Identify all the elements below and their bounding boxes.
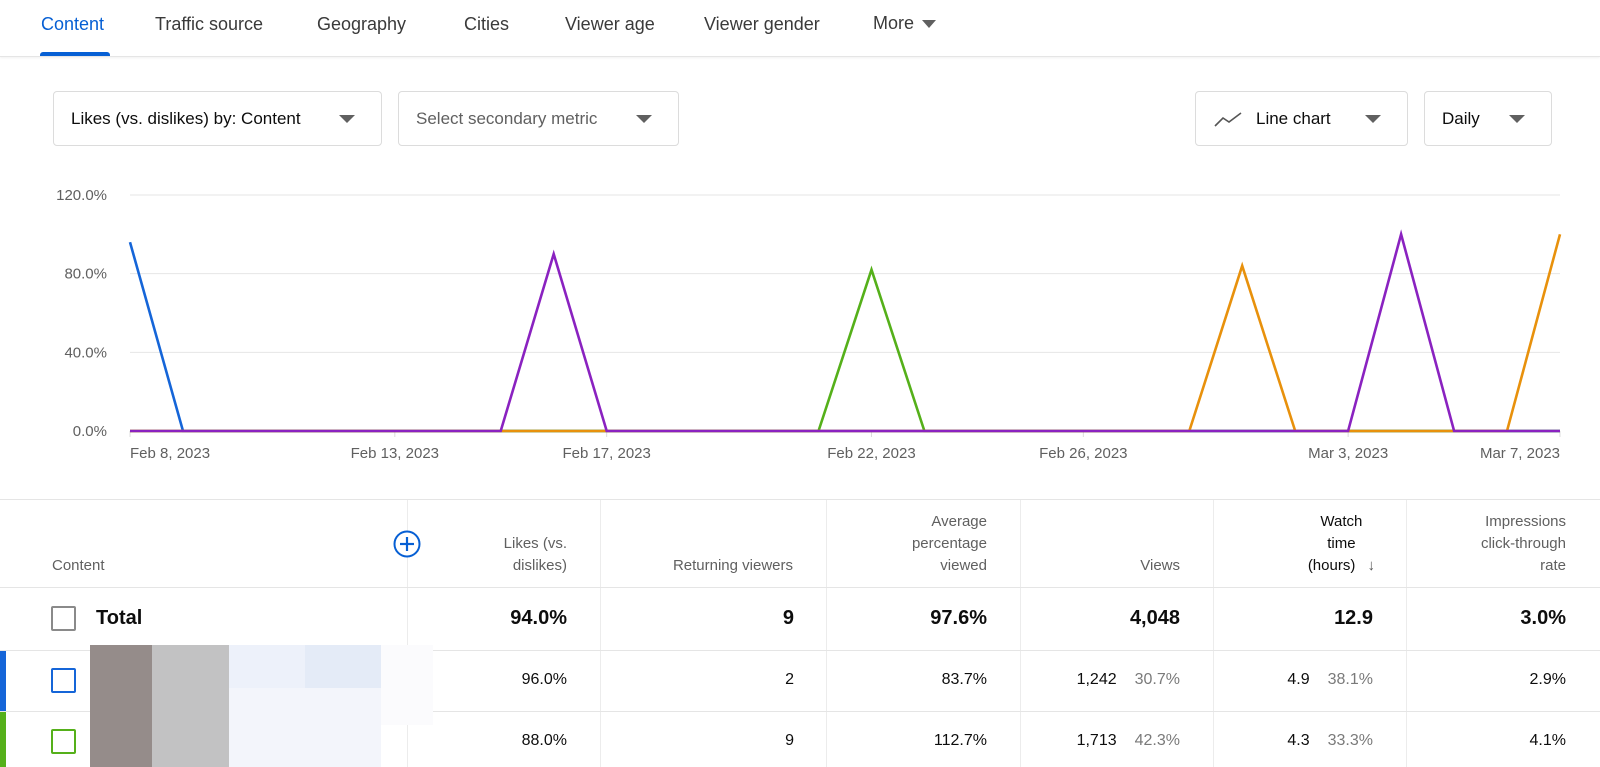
redacted-title — [305, 645, 381, 688]
chart-type-dropdown[interactable]: Line chart — [1195, 91, 1408, 146]
secondary-metric-dropdown[interactable]: Select secondary metric — [398, 91, 679, 146]
content-table: Content Likes (vs. dislikes) Returning vi… — [0, 499, 1600, 767]
x-tick-label: Feb 22, 2023 — [827, 445, 915, 462]
caret-down-icon — [339, 115, 355, 123]
x-tick-label: Mar 7, 2023 — [1480, 445, 1560, 462]
row-likes: 88.0% — [521, 732, 567, 749]
row-avg-pct: 83.7% — [941, 671, 987, 688]
header-returning-viewers[interactable]: Returning viewers — [620, 500, 793, 587]
caret-down-icon — [1509, 115, 1525, 123]
row-likes: 96.0% — [521, 671, 567, 688]
x-tick-label: Mar 3, 2023 — [1308, 445, 1388, 462]
chart-svg: 0.0% 40.0% 80.0% 120.0% Feb 8, 2023 Feb 13, 2… — [56, 187, 1562, 462]
row-checkbox[interactable] — [51, 668, 76, 693]
redacted-title — [229, 688, 381, 767]
row-color-indicator — [0, 712, 6, 767]
interval-dropdown[interactable]: Daily — [1424, 91, 1552, 146]
header-content[interactable]: Content — [52, 500, 252, 587]
tab-traffic-source[interactable]: Traffic source — [155, 14, 263, 35]
row-ctr: 4.1% — [1529, 732, 1566, 749]
line-chart-icon — [1214, 111, 1242, 127]
series-line — [130, 265, 1560, 433]
arrow-down-icon: ↓ — [1367, 557, 1376, 574]
x-tick-label: Feb 17, 2023 — [562, 445, 650, 462]
redacted-title — [229, 645, 305, 688]
total-watch-time: 12.9 — [1334, 607, 1373, 629]
x-tick-label: Feb 26, 2023 — [1039, 445, 1127, 462]
total-avg-pct: 97.6% — [930, 607, 987, 629]
primary-metric-dropdown[interactable]: Likes (vs. dislikes) by: Content — [53, 91, 382, 146]
redacted-thumbnail — [152, 645, 229, 767]
tab-viewer-gender[interactable]: Viewer gender — [704, 14, 820, 35]
y-tick-label: 120.0% — [56, 187, 107, 204]
row-color-indicator — [0, 651, 6, 711]
row-avg-pct: 112.7% — [933, 732, 987, 749]
x-tick-label: Feb 8, 2023 — [130, 445, 210, 462]
tab-viewer-age[interactable]: Viewer age — [565, 14, 655, 35]
row-views: 1,242 30.7% — [1076, 671, 1180, 688]
total-returning: 9 — [782, 607, 794, 629]
redacted-title — [381, 645, 433, 725]
header-views[interactable]: Views — [1040, 500, 1180, 587]
row-checkbox[interactable] — [51, 729, 76, 754]
caret-down-icon — [922, 20, 937, 29]
chart-type-label: Line chart — [1256, 108, 1331, 128]
total-label: Total — [96, 607, 143, 629]
row-returning: 9 — [785, 732, 794, 749]
tab-more-label: More — [873, 13, 915, 33]
header-watch-time[interactable]: Watch time (hours) ↓ — [1230, 500, 1375, 587]
series-line — [130, 233, 1562, 433]
y-tick-label: 40.0% — [64, 344, 107, 361]
x-tick-label: Feb 13, 2023 — [351, 445, 439, 462]
y-tick-label: 0.0% — [73, 423, 107, 440]
total-checkbox[interactable] — [51, 606, 76, 631]
row-returning: 2 — [785, 671, 794, 688]
tab-geography[interactable]: Geography — [317, 14, 406, 35]
add-column-icon[interactable] — [393, 530, 421, 558]
row-watch-time: 4.9 38.1% — [1287, 671, 1373, 688]
primary-metric-label: Likes (vs. dislikes) by: Content — [71, 108, 301, 128]
y-tick-label: 80.0% — [64, 266, 107, 283]
caret-down-icon — [636, 115, 652, 123]
report-tabs: Content Traffic source Geography Cities … — [0, 0, 1600, 57]
row-ctr: 2.9% — [1529, 671, 1566, 688]
redacted-thumbnail — [90, 645, 152, 767]
header-ctr[interactable]: Impressions click-through rate — [1420, 500, 1566, 587]
secondary-metric-placeholder: Select secondary metric — [416, 108, 598, 128]
row-views: 1,713 42.3% — [1076, 732, 1180, 749]
series-line — [128, 241, 1560, 433]
active-tab-indicator — [40, 52, 110, 56]
total-views: 4,048 — [1129, 607, 1180, 629]
tab-cities[interactable]: Cities — [464, 14, 509, 35]
total-ctr: 3.0% — [1520, 607, 1566, 629]
tab-content[interactable]: Content — [41, 14, 104, 35]
row-watch-time: 4.3 33.3% — [1287, 732, 1373, 749]
caret-down-icon — [1365, 115, 1381, 123]
line-chart: 0.0% 40.0% 80.0% 120.0% Feb 8, 2023 Feb 13, 2… — [0, 170, 1600, 470]
header-likes[interactable]: Likes (vs. dislikes) — [430, 500, 567, 587]
interval-label: Daily — [1442, 108, 1480, 128]
total-likes: 94.0% — [510, 607, 567, 629]
series-line — [130, 229, 1560, 433]
header-avg-percentage-viewed[interactable]: Average percentage viewed — [850, 500, 987, 587]
tab-more[interactable]: More — [873, 13, 937, 34]
